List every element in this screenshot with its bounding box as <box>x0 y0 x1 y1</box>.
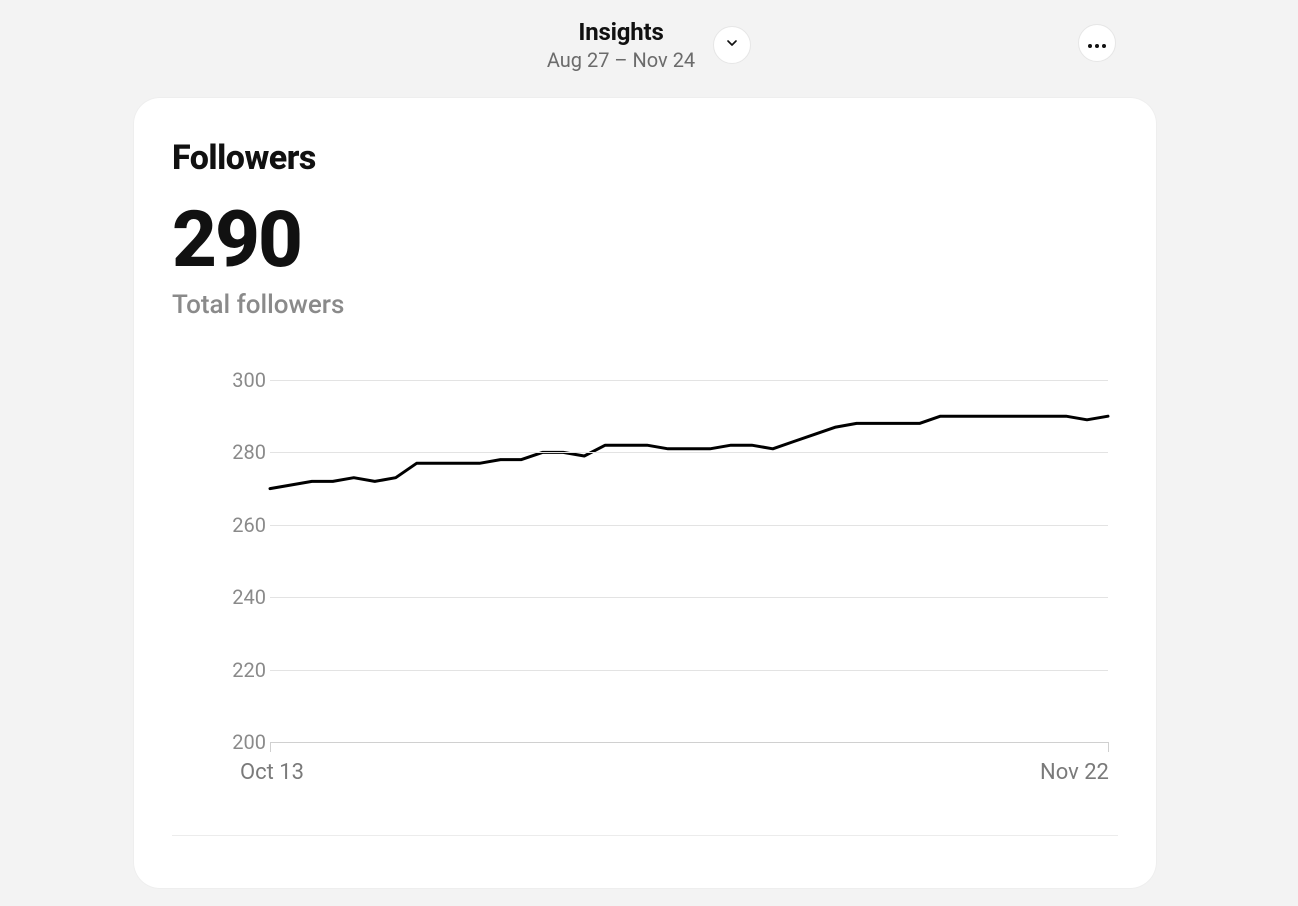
date-range-dropdown-button[interactable] <box>713 26 751 64</box>
followers-line <box>270 372 1108 744</box>
x-tick-label: Nov 22 <box>1040 760 1109 785</box>
header-center: Insights Aug 27 – Nov 24 <box>547 18 751 72</box>
y-tick-label: 220 <box>206 658 266 682</box>
followers-count-label: Total followers <box>172 290 1118 320</box>
gridline <box>270 452 1108 453</box>
x-tick <box>1108 742 1109 752</box>
page-header: Insights Aug 27 – Nov 24 <box>0 0 1298 90</box>
header-titles: Insights Aug 27 – Nov 24 <box>547 18 695 72</box>
gridline <box>270 670 1108 671</box>
gridline <box>270 597 1108 598</box>
followers-count: 290 <box>172 202 1118 280</box>
chevron-down-icon <box>724 35 740 55</box>
y-tick-label: 200 <box>206 730 266 754</box>
more-options-button[interactable] <box>1078 24 1116 62</box>
gridline <box>270 380 1108 381</box>
y-tick-label: 260 <box>206 513 266 537</box>
card-divider <box>172 835 1118 836</box>
x-tick-label: Oct 13 <box>240 760 304 785</box>
followers-chart: 200220240260280300Oct 13Nov 22 <box>172 372 1118 812</box>
y-tick-label: 300 <box>206 368 266 392</box>
x-axis <box>270 742 1108 743</box>
x-tick <box>270 742 271 752</box>
y-tick-label: 280 <box>206 440 266 464</box>
section-title: Followers <box>172 138 1118 178</box>
page-title: Insights <box>547 18 695 46</box>
date-range-label: Aug 27 – Nov 24 <box>547 48 695 72</box>
more-horizontal-icon <box>1087 34 1107 53</box>
gridline <box>270 525 1108 526</box>
y-tick-label: 240 <box>206 585 266 609</box>
followers-card: Followers 290 Total followers 200 220 240 2… <box>134 98 1156 888</box>
